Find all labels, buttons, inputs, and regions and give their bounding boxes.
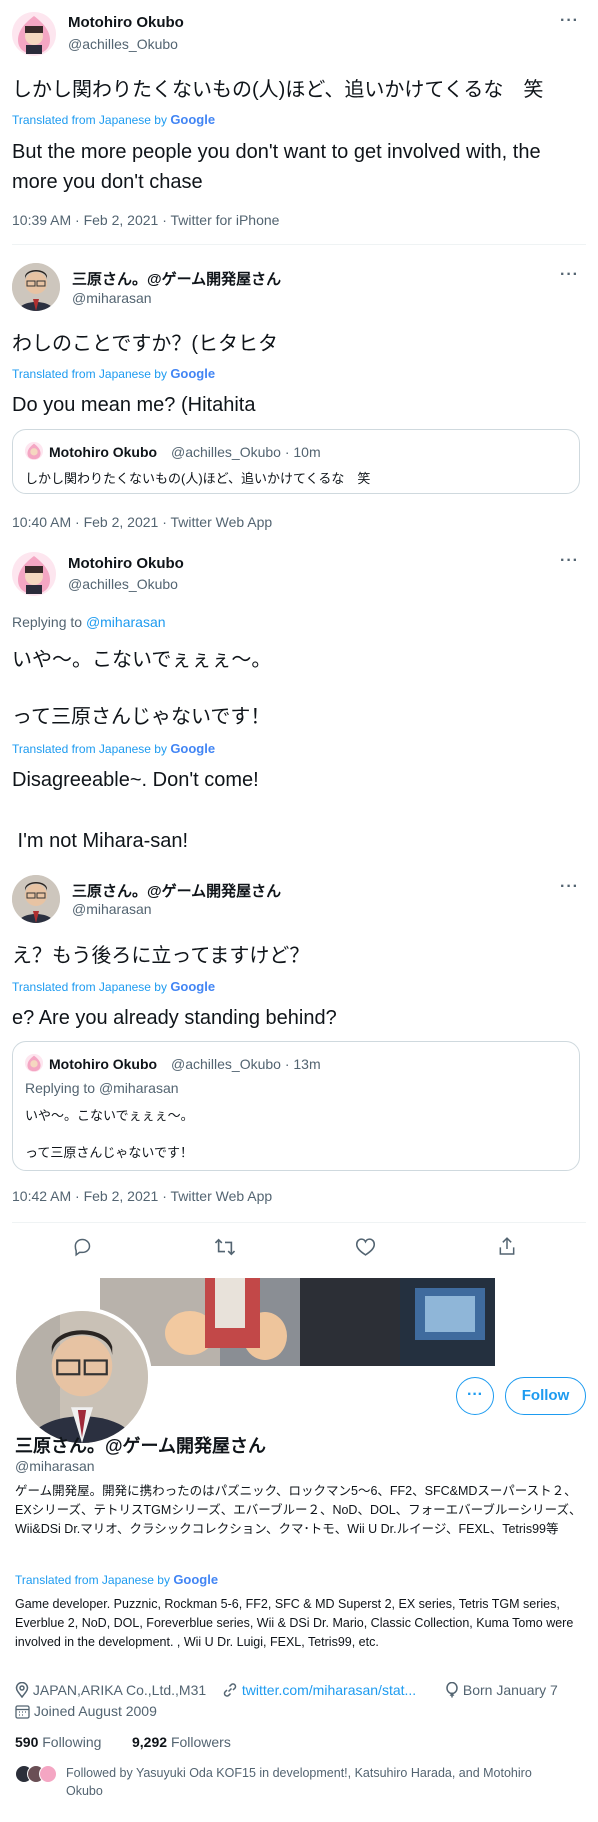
author-handle[interactable]: @miharasan (72, 290, 152, 306)
more-icon[interactable]: ··· (560, 878, 579, 896)
followers-count[interactable]: 9,292 Followers (132, 1734, 231, 1750)
profile-location: JAPAN,ARIKA Co.,Ltd.,M31 (15, 1681, 206, 1701)
google-logo: Google (173, 1572, 219, 1587)
more-icon[interactable]: ··· (560, 266, 579, 284)
author-name[interactable]: Motohiro Okubo (68, 14, 184, 31)
google-logo: Google (170, 979, 216, 994)
profile-bio: ゲーム開発屋。開発に携わったのはパズニック、ロックマン5〜6、FF2、SFC&M… (15, 1484, 582, 1536)
translated-from[interactable]: Translated from Japanese by Google (12, 979, 215, 994)
translated-from[interactable]: Translated from Japanese by Google (12, 112, 215, 127)
quoted-tweet[interactable]: Motohiro Okubo @achilles_Okubo · 10m しかし… (12, 429, 580, 494)
tweet-timestamp[interactable]: 10:42 AM · Feb 2, 2021 · Twitter Web App (12, 1188, 272, 1204)
author-name[interactable]: Motohiro Okubo (68, 555, 184, 572)
quoted-author-handle: @achilles_Okubo · 13m (171, 1056, 321, 1072)
divider (12, 244, 586, 245)
following-count[interactable]: 590 Following (15, 1734, 101, 1750)
tweet-timestamp[interactable]: 10:39 AM · Feb 2, 2021 · Twitter for iPh… (12, 212, 279, 228)
profile-name: 三原さん。@ゲーム開発屋さん (15, 1436, 267, 1456)
author-name[interactable]: 三原さん。@ゲーム開発屋さん (72, 268, 281, 289)
tweet-text: しかし関わりたくないもの(人)ほど、追いかけてくるな 笑 (12, 79, 544, 101)
profile-joined: Joined August 2009 (15, 1703, 157, 1722)
calendar-icon (15, 1704, 30, 1722)
quoted-author-handle: @achilles_Okubo · 10m (171, 444, 321, 460)
reply-icon[interactable] (72, 1237, 92, 1262)
quoted-tweet[interactable]: Motohiro Okubo @achilles_Okubo · 13m Rep… (12, 1041, 580, 1171)
translated-text: Do you mean me? (Hitahita (12, 394, 256, 416)
avatar[interactable] (12, 552, 56, 596)
google-logo: Google (170, 112, 216, 127)
follow-button[interactable]: Follow (505, 1377, 586, 1415)
author-handle[interactable]: @miharasan (72, 901, 152, 917)
translated-text: e? Are you already standing behind? (12, 1007, 337, 1029)
quoted-text-line-1: いや〜。こないでぇぇぇ〜。 (25, 1108, 194, 1123)
like-icon[interactable] (355, 1237, 376, 1262)
google-logo: Google (170, 741, 216, 756)
avatar[interactable] (12, 875, 60, 923)
avatar (25, 442, 43, 460)
replying-to: Replying to @miharasan (12, 614, 166, 630)
translated-text-line-1: Disagreeable~. Don't come! (12, 769, 259, 791)
profile-bio-translated: Game developer. Puzznic, Rockman 5-6, FF… (15, 1597, 574, 1649)
translated-from[interactable]: Translated from Japanese by Google (12, 741, 215, 756)
tweet-timestamp[interactable]: 10:40 AM · Feb 2, 2021 · Twitter Web App (12, 514, 272, 530)
share-icon[interactable] (497, 1236, 517, 1262)
quoted-replying-to: Replying to @miharasan (25, 1080, 179, 1096)
quoted-text: しかし関わりたくないもの(人)ほど、追いかけてくるな 笑 (25, 471, 371, 486)
avatar[interactable] (12, 263, 60, 311)
author-handle[interactable]: @achilles_Okubo (68, 36, 178, 52)
quoted-author-name: Motohiro Okubo (49, 444, 158, 460)
translated-text: But the more people you don't want to ge… (12, 141, 541, 193)
google-logo: Google (170, 366, 216, 381)
profile-link[interactable]: twitter.com/miharasan/stat... (222, 1682, 416, 1701)
quoted-text-line-2: って三原さんじゃないです！ (25, 1145, 193, 1160)
profile-avatar[interactable] (12, 1307, 152, 1447)
more-options-button[interactable]: ··· (456, 1377, 494, 1415)
author-handle[interactable]: @achilles_Okubo (68, 576, 178, 592)
replying-to-link[interactable]: @miharasan (86, 614, 166, 630)
link-icon (222, 1682, 238, 1701)
translated-from[interactable]: Translated from Japanese by Google (15, 1572, 218, 1587)
profile-birthday: Born January 7 (445, 1681, 558, 1701)
quoted-author-name: Motohiro Okubo (49, 1056, 158, 1072)
more-icon[interactable]: ··· (560, 12, 579, 30)
translated-from[interactable]: Translated from Japanese by Google (12, 366, 215, 381)
followed-by-text[interactable]: Followed by Yasuyuki Oda KOF15 in develo… (66, 1764, 566, 1800)
tweet-text-line-2: って三原さんじゃないです！ (12, 706, 271, 728)
tweet-text: え？もう後ろに立ってますけど？ (12, 945, 310, 967)
avatar[interactable] (12, 12, 56, 56)
balloon-icon (445, 1681, 459, 1701)
avatar (25, 1054, 43, 1072)
location-icon (15, 1681, 29, 1701)
retweet-icon[interactable] (214, 1237, 236, 1262)
tweet-text: わしのことですか？(ヒタヒタ (12, 333, 279, 355)
profile-handle: @miharasan (15, 1458, 95, 1474)
author-name[interactable]: 三原さん。@ゲーム開発屋さん (72, 880, 281, 901)
followed-by-avatars (15, 1765, 59, 1785)
divider (12, 1222, 586, 1223)
tweet-text-line-1: いや〜。こないでぇぇぇ〜。 (12, 649, 272, 671)
translated-text-line-2: I'm not Mihara-san! (12, 830, 189, 852)
avatar (39, 1765, 57, 1783)
more-icon[interactable]: ··· (560, 552, 579, 570)
